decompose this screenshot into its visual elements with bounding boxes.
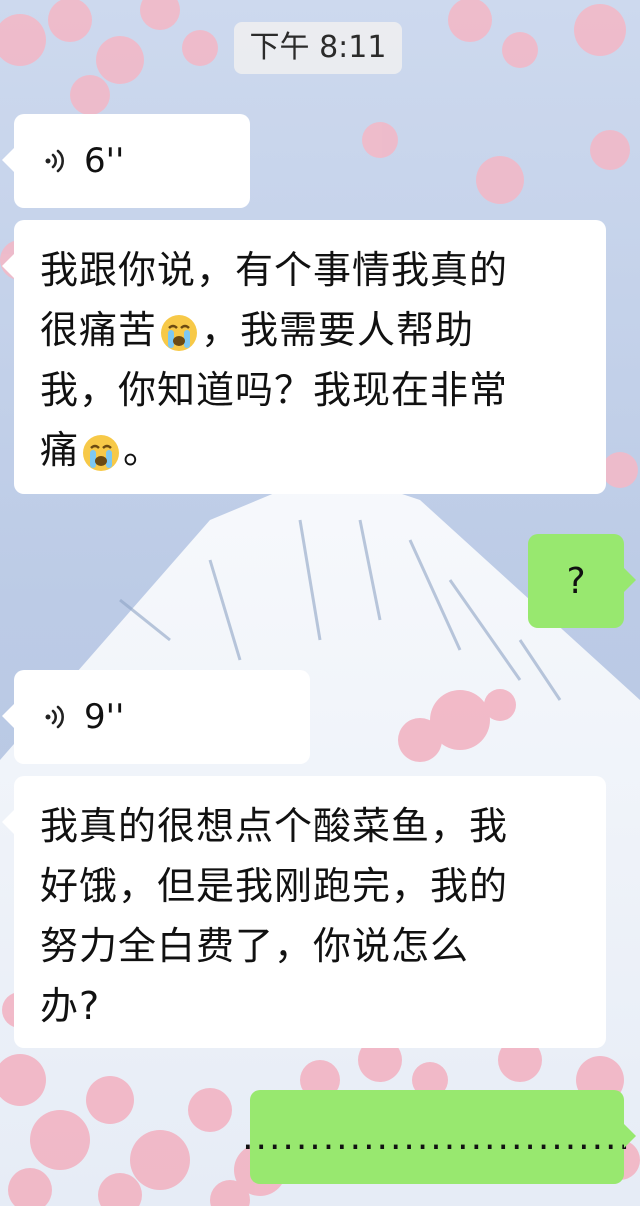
message-text: ? <box>566 560 586 602</box>
message-line: 办? <box>40 984 101 1028</box>
outgoing-text-message-2[interactable]: ............................. <box>242 1090 636 1184</box>
message-line: 我跟你说，有个事情我真的 <box>40 248 509 292</box>
outgoing-text-message-1[interactable]: ? <box>528 534 636 628</box>
message-line: 我，你知道吗？我现在非常 <box>40 368 509 412</box>
voice-wave-icon <box>45 149 64 173</box>
voice-duration: 6'' <box>84 141 125 181</box>
incoming-text-message-2[interactable]: 我真的很想点个酸菜鱼，我 好饿，但是我刚跑完，我的 努力全白费了，你说怎么 办? <box>2 776 606 1048</box>
voice-wave-icon <box>45 705 64 729</box>
incoming-voice-message-1[interactable]: 6'' <box>2 114 250 208</box>
crying-face-emoji <box>83 434 120 471</box>
timestamp-text: 下午 8:11 <box>249 30 387 65</box>
message-text: ............................. <box>242 1116 632 1158</box>
incoming-voice-message-2[interactable]: 9'' <box>2 670 310 764</box>
message-line: 我真的很想点个酸菜鱼，我 <box>40 804 509 848</box>
message-line: 痛 。 <box>40 428 163 472</box>
crying-face-emoji <box>161 314 198 351</box>
message-line: 努力全白费了，你说怎么 <box>40 924 470 968</box>
message-line: 好饿，但是我刚跑完，我的 <box>40 864 509 908</box>
incoming-text-message-1[interactable]: 我跟你说，有个事情我真的 很痛苦 ，我需要人帮助 我，你知道吗？我现在非常 痛 … <box>2 220 606 494</box>
message-line: 很痛苦 ，我需要人帮助 <box>40 308 475 352</box>
voice-duration: 9'' <box>84 697 125 737</box>
timestamp-pill: 下午 8:11 <box>234 22 402 74</box>
